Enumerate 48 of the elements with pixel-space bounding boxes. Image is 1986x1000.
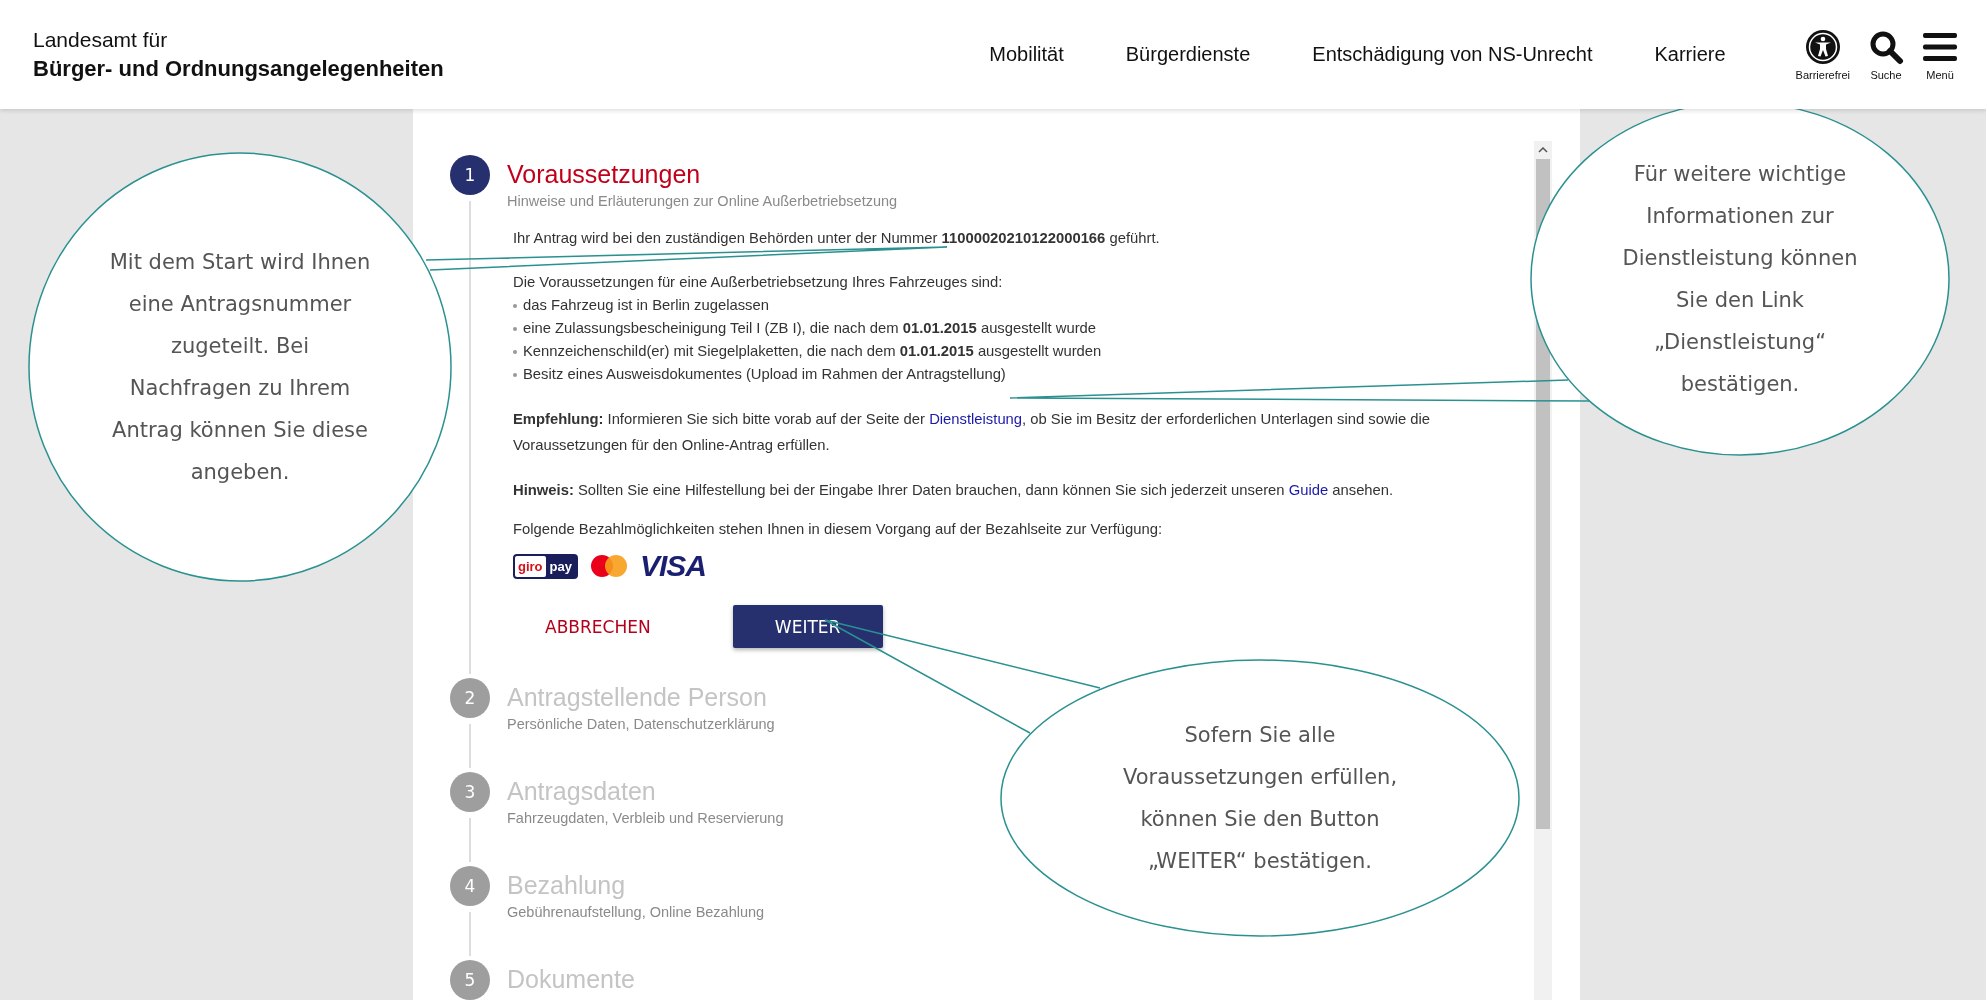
callout-text: Für weitere wichtige Informationen zur Dienstleistung können Sie den Link „Dienstleistung“ bestätigen. (1621, 160, 1859, 398)
scroll-up-icon[interactable] (1538, 147, 1548, 153)
requirement-text: Besitz eines Ausweisdokumentes (Upload im Rahmen der Antragstellung) (523, 365, 1006, 384)
payment-text: Folgende Bezahlmöglichkeiten stehen Ihnen in diesem Vorgang auf der Bezahlseite zur Verfügung: (513, 520, 1164, 539)
callout-text: Sofern Sie alle Voraussetzungen erfüllen, können Sie den Button „WEITER“ bestätigen. (1121, 722, 1399, 875)
step-number: 1 (450, 155, 490, 195)
cancel-button[interactable]: ABBRECHEN (513, 605, 683, 648)
requirement-text: Kennzeichenschild(er) mit Siegelplaketten, die nach dem 01.01.2015 ausgestellt wurden (523, 342, 1102, 361)
requirement-text: das Fahrzeug ist in Berlin zugelassen (523, 296, 769, 315)
hint-text: Hinweis: Sollten Sie eine Hilfestellung bei der Eingabe Ihrer Daten brauchen, dann können Sie sich jederzeit unseren Guide ansehen. (513, 481, 1395, 500)
step-number: 4 (450, 866, 490, 906)
nav-link[interactable]: Mobilität (989, 43, 1064, 66)
tool-label: Menü (1926, 68, 1954, 81)
guide-link[interactable]: Guide (1288, 482, 1329, 498)
service-link[interactable]: Dienstleistung (929, 411, 1023, 427)
step-title: Antragstellende Person (507, 682, 767, 712)
callout-text: Mit dem Start wird Ihnen eine Antragsnummer zugeteilt. Bei Nachfragen zu Ihrem Antrag können Sie diese angeben. (109, 249, 371, 486)
step-subtitle: Fahrzeugdaten, Verbleib und Reservierung (507, 810, 784, 826)
tool-label: Suche (1870, 68, 1902, 81)
step-subtitle: Persönliche Daten, Datenschutzerklärung (507, 716, 775, 732)
nav-link[interactable]: Bürgerdienste (1125, 43, 1251, 66)
tool-label: Barrierefrei (1795, 68, 1850, 81)
site-subtitle: Bürger- und Ordnungsangelegenheiten (33, 55, 445, 82)
bullet-icon (513, 349, 517, 354)
mastercard-logo (589, 554, 628, 578)
step-title: Voraussetzungen (507, 159, 701, 189)
step-title: Dokumente (507, 964, 635, 994)
accessibility-icon[interactable] (1804, 28, 1841, 65)
visa-logo: VISA (639, 549, 706, 583)
continue-button[interactable]: WEITER (732, 605, 883, 648)
giropay-logo: giro pay (513, 553, 578, 579)
site-title: Landesamt für (33, 27, 169, 52)
step-number: 2 (450, 678, 490, 718)
application-number-text: Ihr Antrag wird bei den zuständigen Behörden unter der Nummer 11000020210122000166 geführt. (513, 229, 1161, 248)
step-subtitle: Gebührenaufstellung, Online Bezahlung (507, 904, 765, 920)
step-title: Bezahlung (507, 870, 626, 900)
step-title: Antragsdaten (507, 776, 656, 806)
requirement-text: eine Zulassungsbescheinigung Teil I (ZB I), die nach dem 01.01.2015 ausgestellt wurde (523, 319, 1097, 338)
nav-link[interactable]: Entschädigung von NS-Unrecht (1312, 43, 1593, 66)
recommendation-text: Empfehlung: Informieren Sie sich bitte vorab auf der Seite der Dienstleistung, ob Sie im Besitz der erforderlichen Unterlagen sind sowie die Voraussetzungen für den Online-Antrag erfüllen. (513, 410, 1432, 455)
bullet-icon (513, 303, 517, 308)
bullet-icon (513, 326, 517, 331)
requirements-intro: Die Voraussetzungen für eine Außerbetriebsetzung Ihres Fahrzeuges sind: (513, 273, 1004, 292)
step-subtitle: Hinweise und Erläuterungen zur Online Außerbetriebsetzung (507, 193, 898, 209)
nav-link[interactable]: Karriere (1654, 43, 1726, 66)
step-number: 3 (450, 772, 490, 812)
bullet-icon (513, 372, 517, 377)
step-number: 5 (450, 960, 490, 1000)
